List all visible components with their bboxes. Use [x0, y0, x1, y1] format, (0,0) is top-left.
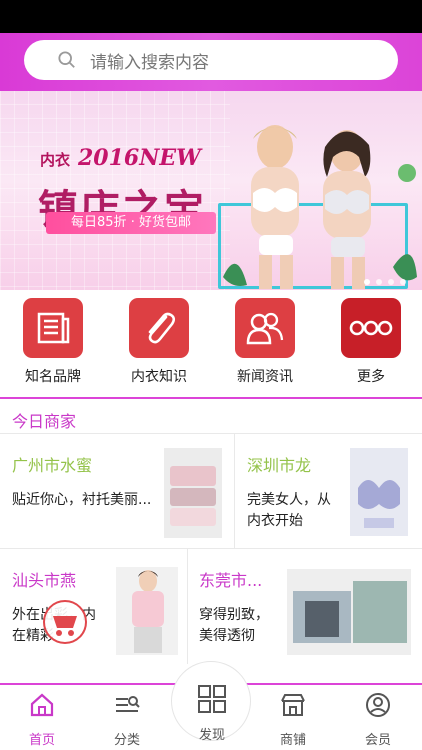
category-label: 内衣知识	[131, 369, 187, 385]
banner-models-image	[223, 125, 417, 289]
category-item-knowledge[interactable]: 内衣知识	[114, 298, 204, 386]
newspaper-icon	[37, 312, 70, 344]
people-icon	[246, 312, 284, 345]
grid-divider	[187, 549, 188, 664]
nav-item-shop[interactable]: 商铺	[263, 691, 323, 748]
merchant-image	[350, 448, 408, 536]
category-item-more[interactable]: 更多	[326, 298, 416, 386]
merchant-image	[164, 448, 222, 538]
search-placeholder: 请输入搜索内容	[90, 52, 209, 73]
nav-label: 分类	[113, 733, 140, 748]
merchant-desc: 贴近你心，衬托美丽...	[12, 492, 152, 508]
status-bar	[0, 0, 422, 33]
category-tile	[235, 298, 295, 358]
banner-dot[interactable]	[400, 279, 406, 285]
grid-divider	[234, 434, 235, 548]
nav-item-member[interactable]: 会员	[348, 691, 408, 748]
nav-label: 会员	[364, 733, 391, 748]
category-item-brands[interactable]: 知名品牌	[8, 298, 98, 386]
member-icon	[366, 693, 390, 717]
merchant-image	[116, 567, 178, 655]
grid-divider	[0, 433, 422, 434]
shop-icon	[281, 694, 305, 716]
banner-dot[interactable]	[388, 279, 394, 285]
category-label: 新闻资讯	[237, 369, 293, 385]
section-title: 今日商家	[12, 412, 77, 431]
paperclip-icon	[148, 312, 176, 344]
merchant-image	[287, 569, 411, 655]
category-tile	[23, 298, 83, 358]
cart-icon	[53, 616, 77, 636]
nav-label: 首页	[28, 733, 55, 748]
merchant-card[interactable]: 广州市水蜜 贴近你心，衬托美丽...	[12, 448, 232, 542]
grid-divider	[0, 548, 422, 549]
category-item-news[interactable]: 新闻资讯	[220, 298, 310, 386]
nav-item-home[interactable]: 首页	[12, 691, 72, 748]
merchant-card[interactable]: 东莞市... 穿得别致，美得透彻	[199, 567, 414, 657]
more-dots-icon	[349, 320, 393, 336]
promo-banner[interactable]: 内衣 2016NEW 镇店之宝 每日85折 · 好货包邮	[0, 91, 422, 290]
banner-dot[interactable]	[364, 279, 370, 285]
banner-pager[interactable]	[364, 279, 406, 285]
nav-item-category[interactable]: 分类	[97, 691, 157, 748]
banner-promo: 每日85折 · 好货包邮	[46, 212, 216, 234]
merchant-card[interactable]: 深圳市龙 完美女人，从内衣开始	[247, 448, 417, 542]
category-label: 更多	[357, 369, 385, 385]
category-label: 知名品牌	[25, 369, 81, 385]
nav-label: 发现	[198, 728, 225, 743]
merchant-desc: 完美女人，从内衣开始	[247, 492, 331, 529]
section-divider	[0, 397, 422, 399]
banner-tag: 内衣	[40, 151, 71, 169]
search-icon	[58, 51, 75, 68]
category-row: 知名品牌 内衣知识 新闻资讯 更多	[0, 290, 422, 390]
category-tile	[341, 298, 401, 358]
floating-cart-button[interactable]	[43, 600, 87, 644]
search-input[interactable]: 请输入搜索内容	[24, 40, 398, 80]
banner-dot[interactable]	[376, 279, 382, 285]
merchant-desc: 穿得别致，美得透彻	[199, 607, 269, 644]
home-icon	[30, 693, 54, 717]
nav-item-discover[interactable]: 发现	[171, 661, 251, 743]
merchant-card[interactable]: 汕头市燕 外在出彩，内在精彩	[12, 567, 182, 657]
banner-year: 2016NEW	[78, 145, 201, 171]
search-header: 请输入搜索内容	[0, 33, 422, 91]
discover-icon	[198, 685, 226, 713]
nav-label: 商铺	[279, 733, 306, 748]
category-icon	[116, 696, 140, 712]
category-tile	[129, 298, 189, 358]
